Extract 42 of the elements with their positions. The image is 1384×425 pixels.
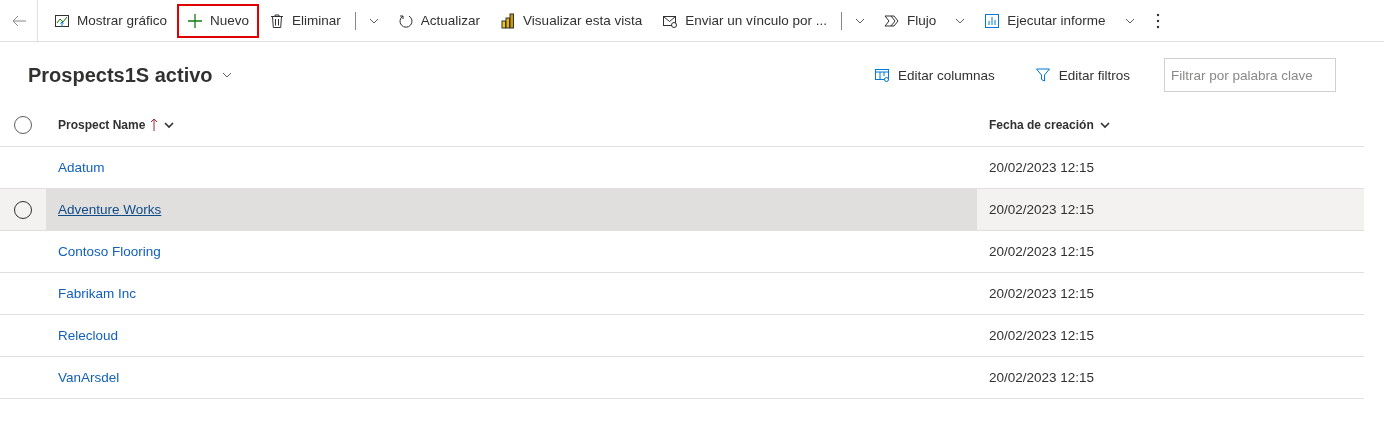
date-text: 20/02/2023 12:15 [989,160,1095,175]
chart-icon [54,12,70,29]
toolbar-button[interactable]: Visualizar esta vista [490,3,653,38]
table-row[interactable]: Fabrikam Inc 20/02/2023 12:15 [0,273,1364,315]
record-link[interactable]: Contoso Flooring [58,244,161,259]
edit-filters-button[interactable]: Editar filtros [1028,66,1136,84]
toolbar-button[interactable]: Enviar un vínculo por ... [652,3,837,38]
filter-icon [1034,67,1051,83]
date-text: 20/02/2023 12:15 [989,328,1095,343]
search-field[interactable]: Filtrar por palabra clave [1164,58,1336,92]
plus-icon [187,12,204,29]
date-text: 20/02/2023 12:15 [989,244,1095,259]
table-row[interactable]: Relecloud 20/02/2023 12:15 [0,315,1364,357]
record-link[interactable]: Adatum [58,160,105,175]
more-icon [1155,12,1160,29]
report-icon [984,12,1001,29]
edit-columns-button[interactable]: Editar columnas [867,66,1001,84]
chevron-down-icon [163,119,176,131]
table-row[interactable]: Contoso Flooring 20/02/2023 12:15 [0,231,1364,273]
record-link[interactable]: VanArsdel [58,370,120,385]
trash-icon [269,12,286,29]
date-text: 20/02/2023 12:15 [989,286,1095,301]
toolbar-button[interactable]: Mostrar gráfico [44,3,178,38]
refresh-icon [397,12,414,29]
view-title: Prospects1S activo [28,63,213,87]
table-row[interactable]: VanArsdel 20/02/2023 12:15 [0,357,1364,399]
date-text: 20/02/2023 12:15 [989,202,1095,217]
column-header[interactable]: Prospect Name [58,118,176,132]
toolbar-button[interactable]: Actualizar [387,3,491,38]
new-button[interactable]: Nuevo [177,3,260,38]
toolbar-button[interactable]: Flujo [874,3,947,38]
toolbar-button[interactable]: Eliminar [259,3,351,38]
bar-chart-icon [500,12,517,29]
chevron-down-icon [1098,119,1111,131]
record-link[interactable]: Relecloud [58,328,119,343]
date-text: 20/02/2023 12:15 [989,370,1095,385]
flow-icon [884,12,900,29]
record-link[interactable]: Fabrikam Inc [58,286,137,301]
record-link[interactable]: Adventure Works [58,202,162,217]
toolbar-button[interactable]: Ejecutar informe [974,3,1116,38]
edit-columns-icon [873,67,890,83]
column-header[interactable]: Fecha de creación [989,118,1111,132]
